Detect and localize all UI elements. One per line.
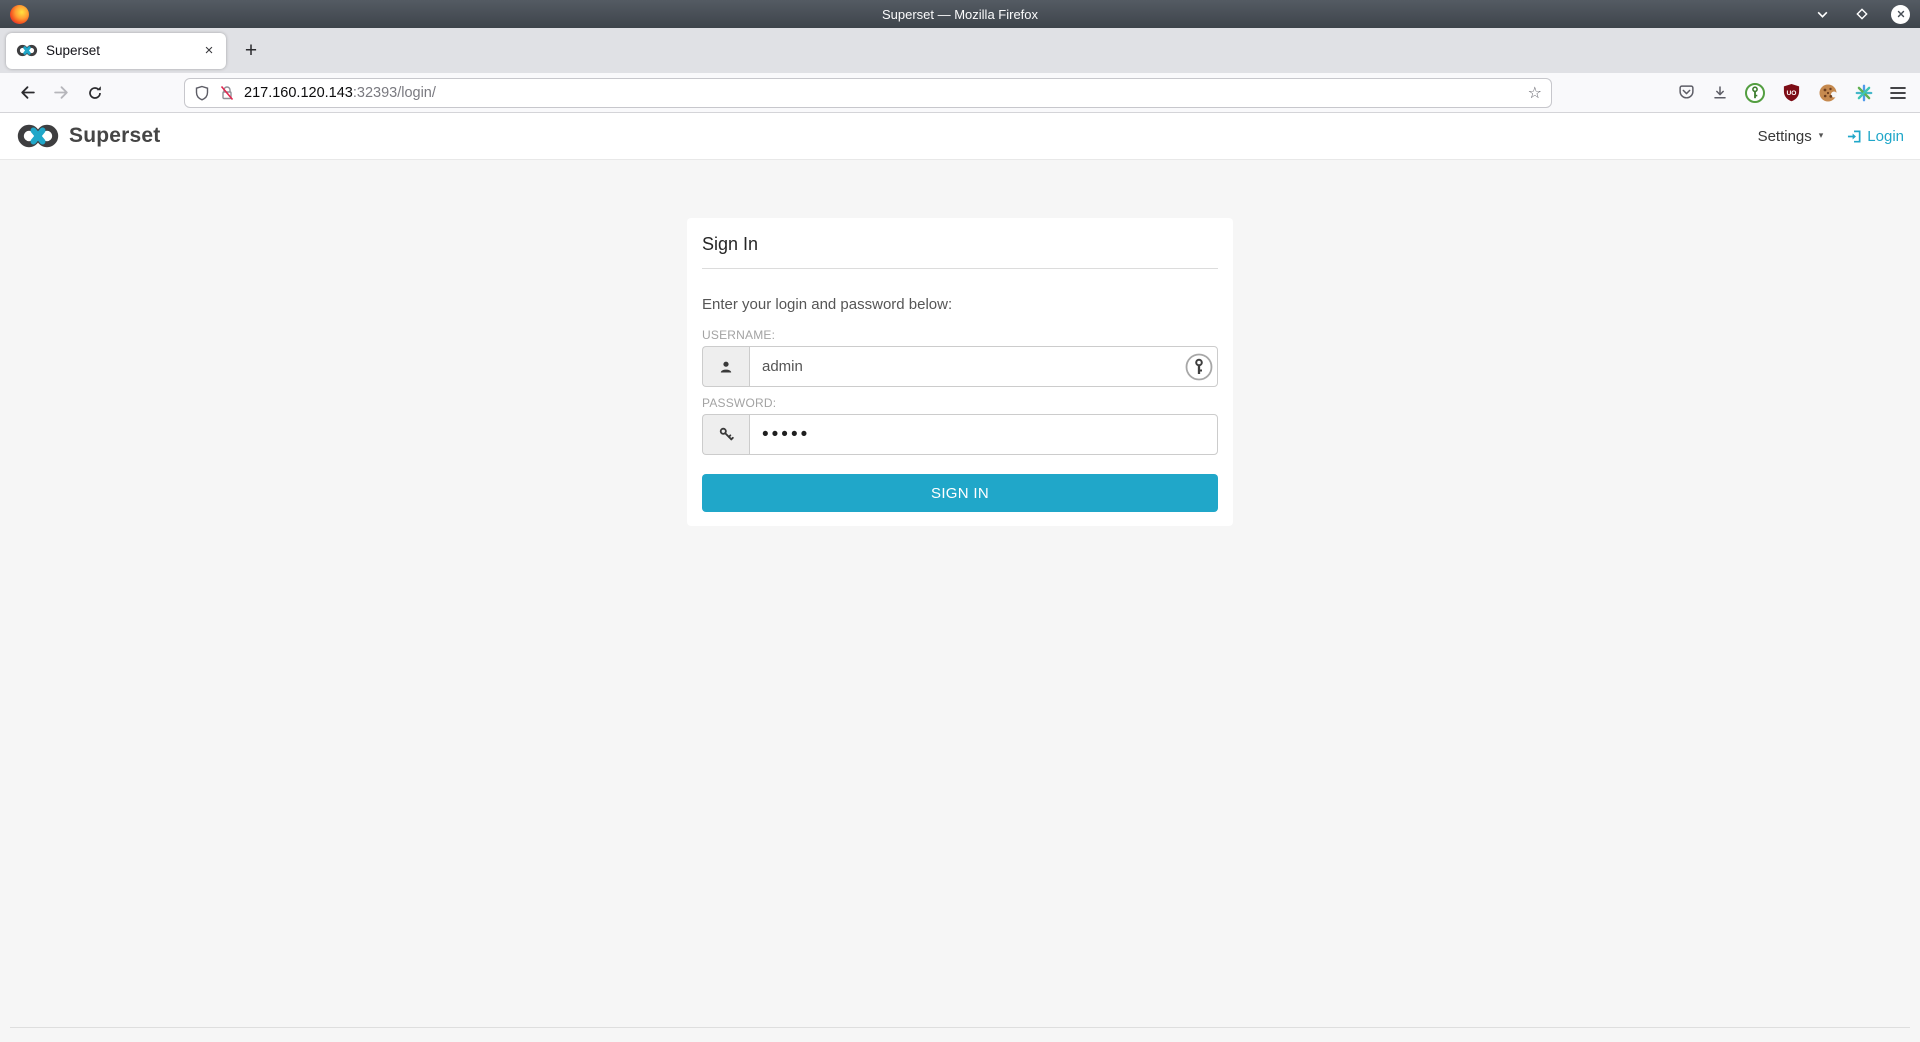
password-addon (702, 414, 749, 455)
signin-instruction: Enter your login and password below: (702, 296, 1218, 313)
window-minimize-button[interactable] (1813, 5, 1832, 24)
reload-button[interactable] (78, 78, 112, 108)
tab-superset[interactable]: Superset × (6, 33, 226, 69)
chevron-down-icon (1816, 8, 1829, 21)
tab-close-button[interactable]: × (199, 41, 219, 61)
back-arrow-icon (19, 84, 36, 101)
signin-form: Enter your login and password below: USE… (687, 269, 1233, 526)
signin-title: Sign In (687, 218, 1233, 255)
insecure-lock-icon[interactable] (219, 85, 235, 101)
forward-button[interactable] (44, 78, 78, 108)
cookie-extension-icon[interactable] (1818, 83, 1838, 103)
site-header: Superset Settings ▾ Login (0, 113, 1920, 160)
footer-divider (10, 1027, 1910, 1028)
superset-infinity-icon (16, 123, 60, 149)
forward-arrow-icon (53, 84, 70, 101)
firefox-logo-icon (10, 5, 29, 24)
header-nav: Settings ▾ Login (1758, 128, 1904, 145)
tab-title: Superset (46, 43, 191, 58)
bookmark-star-icon[interactable]: ☆ (1528, 83, 1542, 102)
menu-button[interactable] (1890, 86, 1906, 100)
url-text[interactable]: 217.160.120.143:32393/login/ (244, 85, 1519, 101)
superset-favicon-icon (16, 44, 38, 57)
settings-menu[interactable]: Settings ▾ (1758, 128, 1824, 145)
password-input[interactable] (749, 414, 1218, 455)
url-path: :32393/login/ (353, 85, 436, 101)
sign-in-icon (1847, 129, 1862, 144)
username-input[interactable] (749, 346, 1218, 387)
brand-name: Superset (69, 124, 160, 148)
password-input-group (702, 414, 1218, 455)
reload-icon (87, 85, 103, 101)
signin-panel: Sign In Enter your login and password be… (687, 218, 1233, 526)
password-manager-icon[interactable] (1185, 353, 1213, 381)
username-input-group (702, 346, 1218, 387)
svg-text:UO: UO (1787, 90, 1797, 97)
navigation-toolbar: 217.160.120.143:32393/login/ ☆ (0, 73, 1920, 113)
url-host: 217.160.120.143 (244, 85, 353, 101)
keepassxc-extension-icon[interactable] (1745, 83, 1765, 103)
languagetool-extension-icon[interactable] (1855, 84, 1873, 102)
settings-label: Settings (1758, 128, 1812, 145)
close-icon (1896, 9, 1906, 19)
user-icon (719, 360, 733, 374)
tab-bar: Superset × + (0, 28, 1920, 73)
window-close-button[interactable] (1891, 5, 1910, 24)
downloads-icon[interactable] (1712, 85, 1728, 101)
caret-down-icon: ▾ (1819, 131, 1824, 141)
superset-logo[interactable]: Superset (16, 123, 160, 149)
password-label: PASSWORD: (702, 396, 1218, 410)
ublock-origin-icon[interactable]: UO (1782, 83, 1801, 102)
username-addon (702, 346, 749, 387)
url-bar[interactable]: 217.160.120.143:32393/login/ ☆ (184, 78, 1552, 108)
pocket-icon[interactable] (1678, 84, 1695, 101)
sign-in-button[interactable]: SIGN IN (702, 474, 1218, 512)
window-titlebar: Superset — Mozilla Firefox (0, 0, 1920, 28)
back-button[interactable] (10, 78, 44, 108)
key-icon (719, 427, 734, 442)
username-label: USERNAME: (702, 328, 1218, 342)
login-label: Login (1867, 128, 1904, 145)
new-tab-button[interactable]: + (234, 34, 268, 68)
diamond-maximize-icon (1856, 8, 1868, 20)
tracking-protection-shield-icon[interactable] (194, 85, 210, 101)
page-content: Sign In Enter your login and password be… (0, 160, 1920, 1042)
window-controls (1813, 5, 1910, 24)
window-title: Superset — Mozilla Firefox (0, 7, 1920, 22)
login-link[interactable]: Login (1847, 128, 1904, 145)
hamburger-icon (1890, 86, 1906, 100)
toolbar-extensions: UO (1678, 83, 1906, 103)
window-maximize-button[interactable] (1852, 5, 1871, 24)
